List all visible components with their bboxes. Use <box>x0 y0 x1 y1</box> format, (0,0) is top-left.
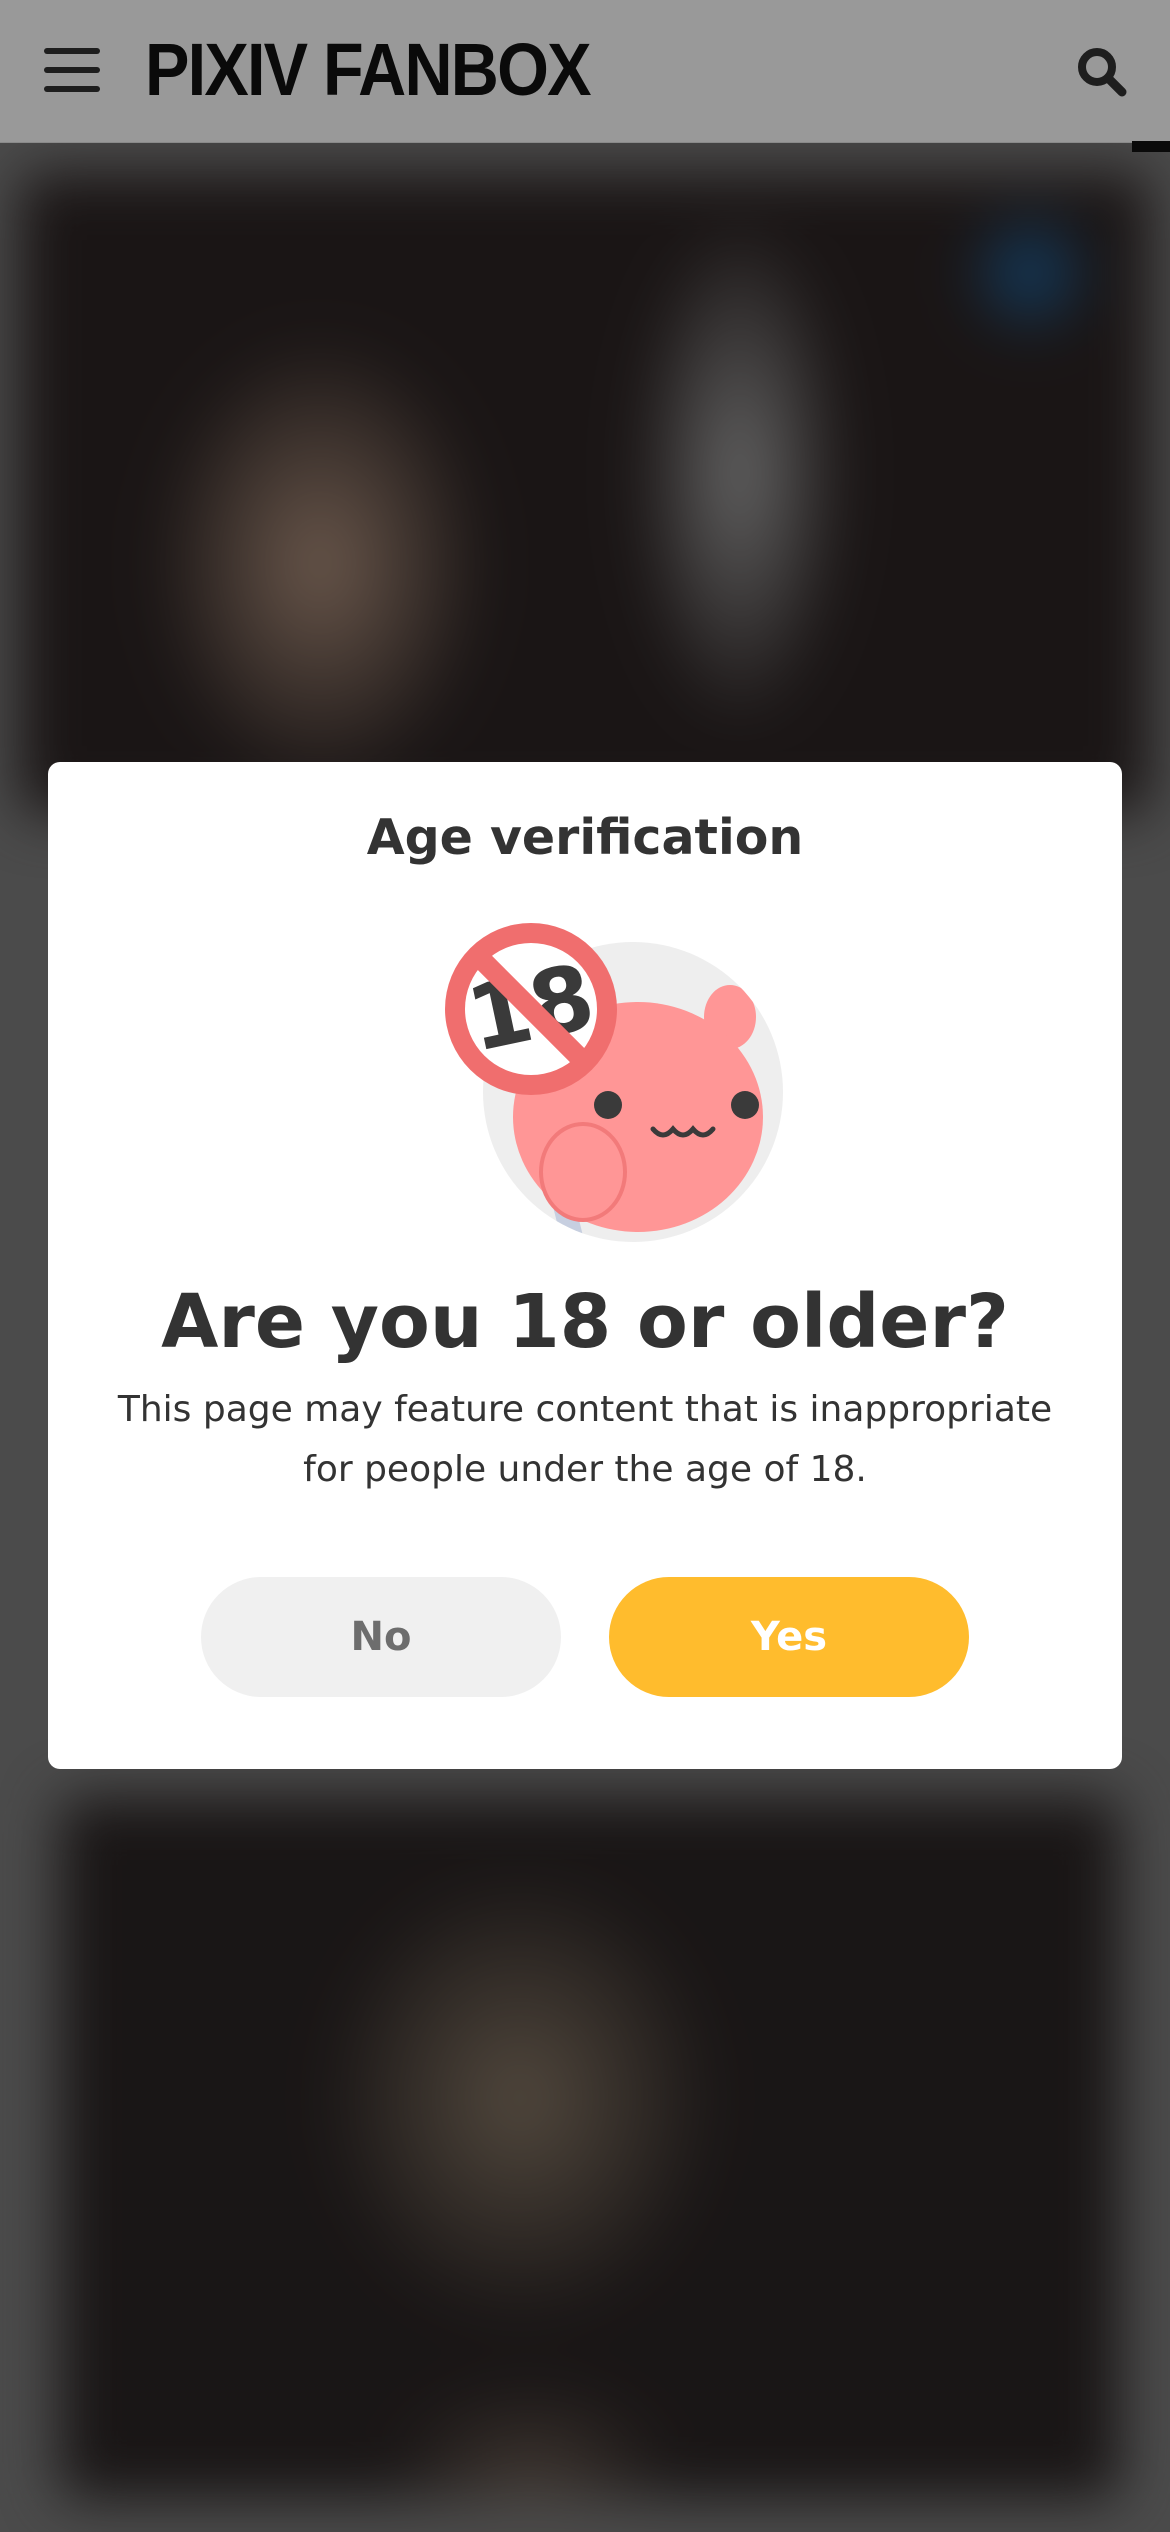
yes-button[interactable]: Yes <box>609 1577 969 1697</box>
age-verification-dialog: Age verification Are you 18 or older? Th… <box>48 762 1122 1769</box>
dialog-title: Age verification <box>366 809 804 866</box>
no-button[interactable]: No <box>201 1577 561 1697</box>
age-warning-text: This page may feature content that is in… <box>117 1389 1053 1490</box>
age-question-heading: Are you 18 or older? <box>161 1279 1009 1365</box>
age-restriction-mascot-icon: 18 <box>383 917 803 1257</box>
